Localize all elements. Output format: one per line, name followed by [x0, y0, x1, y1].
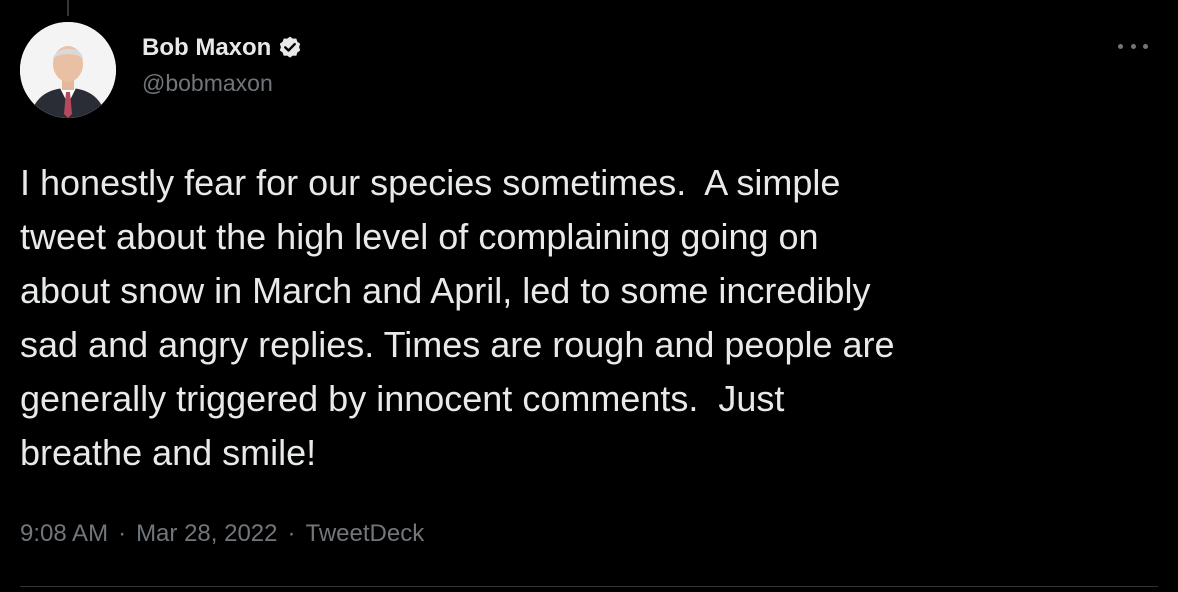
tweet-text: I honestly fear for our species sometime…: [20, 162, 895, 473]
avatar-photo: [20, 22, 116, 118]
author-handle[interactable]: @bobmaxon: [142, 70, 303, 97]
tweet-meta: 9:08 AM · Mar 28, 2022 · TweetDeck: [20, 520, 424, 548]
meta-separator: ·: [287, 520, 296, 547]
more-dot: [1130, 43, 1136, 49]
more-dot: [1118, 43, 1123, 49]
more-dot: [1143, 43, 1148, 49]
avatar[interactable]: [20, 22, 116, 118]
verified-badge-icon: [277, 35, 303, 61]
author-display-name[interactable]: Bob Maxon: [142, 34, 271, 62]
tweet-date[interactable]: Mar 28, 2022: [136, 520, 277, 548]
thread-connector-line: [67, 0, 69, 16]
more-options-icon[interactable]: [1118, 36, 1148, 56]
author-name-row: Bob Maxon: [142, 30, 303, 66]
tweet-author: Bob Maxon @bobmaxon: [142, 30, 303, 97]
meta-separator: ·: [118, 520, 127, 547]
tweet-time[interactable]: 9:08 AM: [20, 520, 108, 548]
divider: [20, 586, 1158, 587]
tweet-source[interactable]: TweetDeck: [305, 520, 424, 548]
